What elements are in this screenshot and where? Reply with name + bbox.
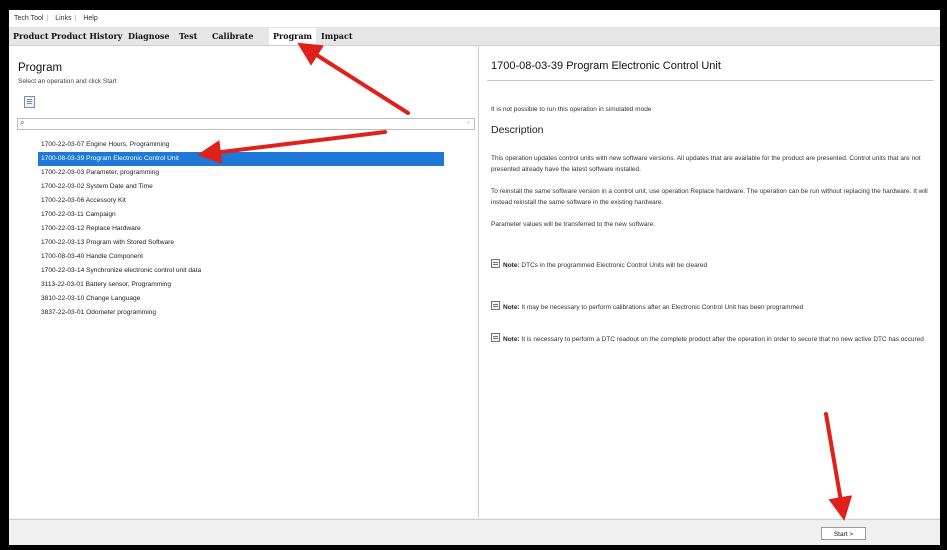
description-heading: Description (491, 124, 544, 136)
operation-item[interactable]: 3837-22-03-01 Odometer programming (38, 306, 444, 320)
tab-product[interactable]: Product (13, 28, 49, 45)
panel-hint: Select an operation and click Start (18, 78, 117, 85)
tab-test[interactable]: Test (179, 28, 197, 45)
note-2: Note: It may be necessary to perform cal… (491, 301, 937, 314)
note-1: Note: DTCs in the programmed Electronic … (491, 259, 937, 272)
search-input[interactable]: ⌕ ⌄ (17, 118, 475, 130)
tab-bar: Product Product History Diagnose Test Ca… (9, 28, 940, 46)
operation-item[interactable]: 1700-22-03-03 Parameter, programming (38, 166, 444, 180)
operation-item[interactable]: 1700-22-03-11 Campaign (38, 208, 444, 222)
menu-item-links[interactable]: Links (55, 15, 71, 22)
operation-details-panel: 1700-08-03-39 Program Electronic Control… (479, 46, 940, 518)
operation-item[interactable]: 1700-22-03-14 Synchronize electronic con… (38, 264, 444, 278)
operation-item[interactable]: 1700-22-03-07 Engine Hours, Programming (38, 138, 444, 152)
note-3: Note: It is necessary to perform a DTC r… (491, 333, 937, 346)
operation-list: 1700-22-03-07 Engine Hours, Programming 1… (38, 138, 444, 320)
operation-item[interactable]: 1700-22-03-13 Program with Stored Softwa… (38, 236, 444, 250)
panel-title: Program (18, 62, 63, 74)
tab-impact[interactable]: Impact (321, 28, 353, 45)
operation-item[interactable]: 1700-22-03-02 System Date and Time (38, 180, 444, 194)
tab-product-history[interactable]: Product History (51, 28, 122, 45)
operation-item[interactable]: 3810-22-03-10 Change Language (38, 292, 444, 306)
description-paragraph-2: To reinstall the same software version i… (491, 188, 928, 206)
tab-diagnose[interactable]: Diagnose (128, 28, 170, 45)
description-paragraph-3: Parameter values will be transferred to … (491, 221, 656, 228)
menu-item-tech-tool[interactable]: Tech Tool (14, 15, 43, 22)
operation-list-panel: Program Select an operation and click St… (9, 46, 479, 518)
menu-item-help[interactable]: Help (83, 15, 97, 22)
tech-tool-window: Tech Tool | Links | Help Product Product H… (9, 10, 940, 545)
divider (487, 80, 934, 81)
operation-item[interactable]: 3113-22-03-01 Battery sensor, Programmin… (38, 278, 444, 292)
operation-title: 1700-08-03-39 Program Electronic Control… (491, 60, 721, 72)
operation-item[interactable]: 1700-22-03-12 Replace Hardware (38, 222, 444, 236)
note-icon (491, 259, 500, 268)
operation-item[interactable]: 1700-22-03-06 Accessory Kit (38, 194, 444, 208)
menu-bar: Tech Tool | Links | Help (9, 10, 940, 28)
search-icon: ⌕ (20, 118, 25, 127)
operation-item[interactable]: 1700-08-03-40 Handle Component (38, 250, 444, 264)
note-icon (491, 333, 500, 342)
document-icon[interactable] (24, 96, 35, 108)
description-paragraph-1: This operation updates control units wit… (491, 155, 921, 173)
tab-calibrate[interactable]: Calibrate (212, 28, 253, 45)
tab-program[interactable]: Program (269, 28, 317, 45)
chevron-down-icon[interactable]: ⌄ (466, 118, 471, 125)
operation-item[interactable]: 1700-08-03-39 Program Electronic Control… (38, 152, 444, 166)
note-icon (491, 301, 500, 310)
simulation-notice: It is not possible to run this operation… (491, 106, 652, 113)
action-bar: Start > (9, 519, 940, 545)
start-button[interactable]: Start > (821, 527, 866, 540)
